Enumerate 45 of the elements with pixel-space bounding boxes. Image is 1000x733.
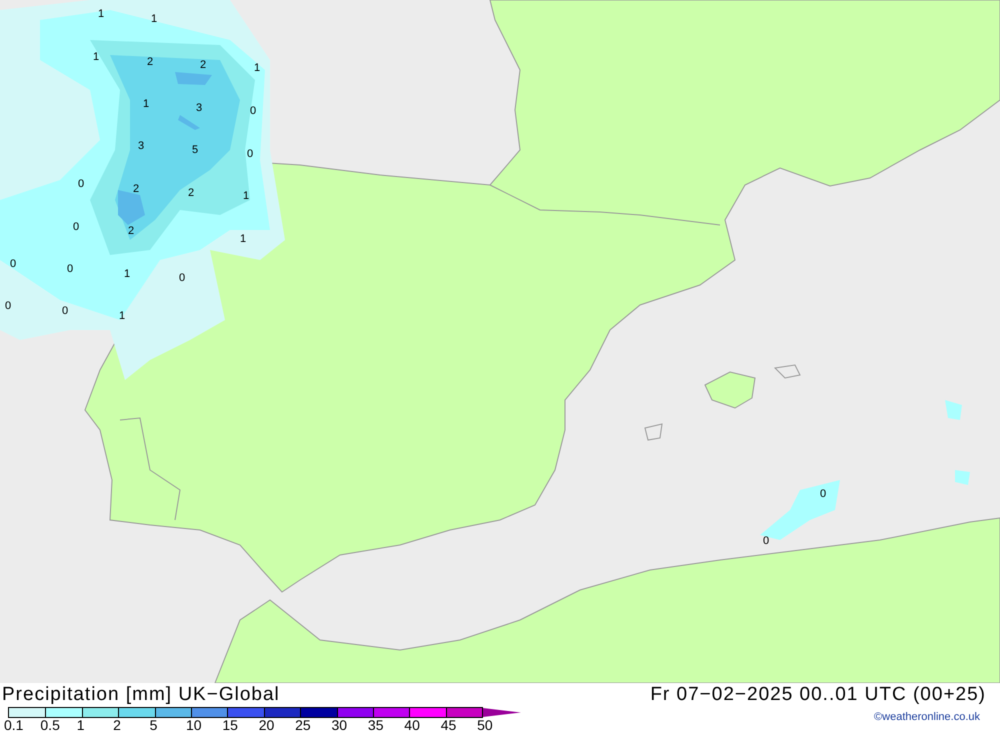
map-value-label: 1 xyxy=(98,8,104,20)
map-value-label: 5 xyxy=(192,144,198,156)
map-value-label: 1 xyxy=(254,62,260,74)
map-value-label: 0 xyxy=(78,178,84,190)
scale-tick-label: 0.5 xyxy=(40,718,61,733)
scale-tick-label: 5 xyxy=(150,718,158,733)
scale-tick-label: 10 xyxy=(186,718,203,733)
scale-tick-label: 45 xyxy=(440,718,458,733)
map-value-label: 1 xyxy=(124,268,130,280)
map-value-label: 0 xyxy=(762,535,770,547)
map-value-label: 2 xyxy=(200,59,206,71)
map-value-label: 1 xyxy=(118,310,126,322)
map-value-label: 0 xyxy=(246,148,254,160)
scale-tick-label: 1 xyxy=(76,718,86,733)
scale-tick-label: 35 xyxy=(368,718,384,733)
map-value-label: 3 xyxy=(138,140,144,152)
map-value-label: 1 xyxy=(242,190,250,202)
scale-tick-label: 0.1 xyxy=(4,718,24,733)
map-value-label: 2 xyxy=(146,56,154,68)
scale-tick-label: 25 xyxy=(295,718,312,733)
map-value-label: 1 xyxy=(150,13,158,25)
map-value-label: 1 xyxy=(92,51,100,63)
map-value-label: 0 xyxy=(10,258,16,270)
map-value-label: 2 xyxy=(188,187,194,199)
scale-tick-label: 30 xyxy=(332,718,348,733)
scale-tick-label: 20 xyxy=(258,718,276,733)
map-value-label: 0 xyxy=(72,221,80,233)
map-value-label: 0 xyxy=(62,305,68,317)
map-value-label: 2 xyxy=(128,225,134,237)
valid-time: Fr 07−02−2025 00..01 UTC (00+25) xyxy=(650,683,986,707)
map-value-label: 0 xyxy=(66,263,74,275)
map-value-label: 0 xyxy=(4,300,12,312)
scale-tick-label: 40 xyxy=(404,718,421,733)
map-value-label: 1 xyxy=(240,233,246,245)
map-value-label: 2 xyxy=(132,183,140,195)
map-value-label: 0 xyxy=(250,105,256,117)
scale-tick-label: 2 xyxy=(113,718,122,733)
map-value-label: 0 xyxy=(178,272,186,284)
map-title: Precipitation [mm] UK−Global xyxy=(2,683,280,707)
map-value-label: 3 xyxy=(196,102,202,114)
copyright-link[interactable]: ©weatheronline.co.uk xyxy=(874,709,980,726)
map-value-label: 0 xyxy=(820,488,826,500)
scale-tick-label: 50 xyxy=(477,718,494,733)
scale-tick-label: 15 xyxy=(222,718,239,733)
map-value-label: 1 xyxy=(142,98,150,110)
